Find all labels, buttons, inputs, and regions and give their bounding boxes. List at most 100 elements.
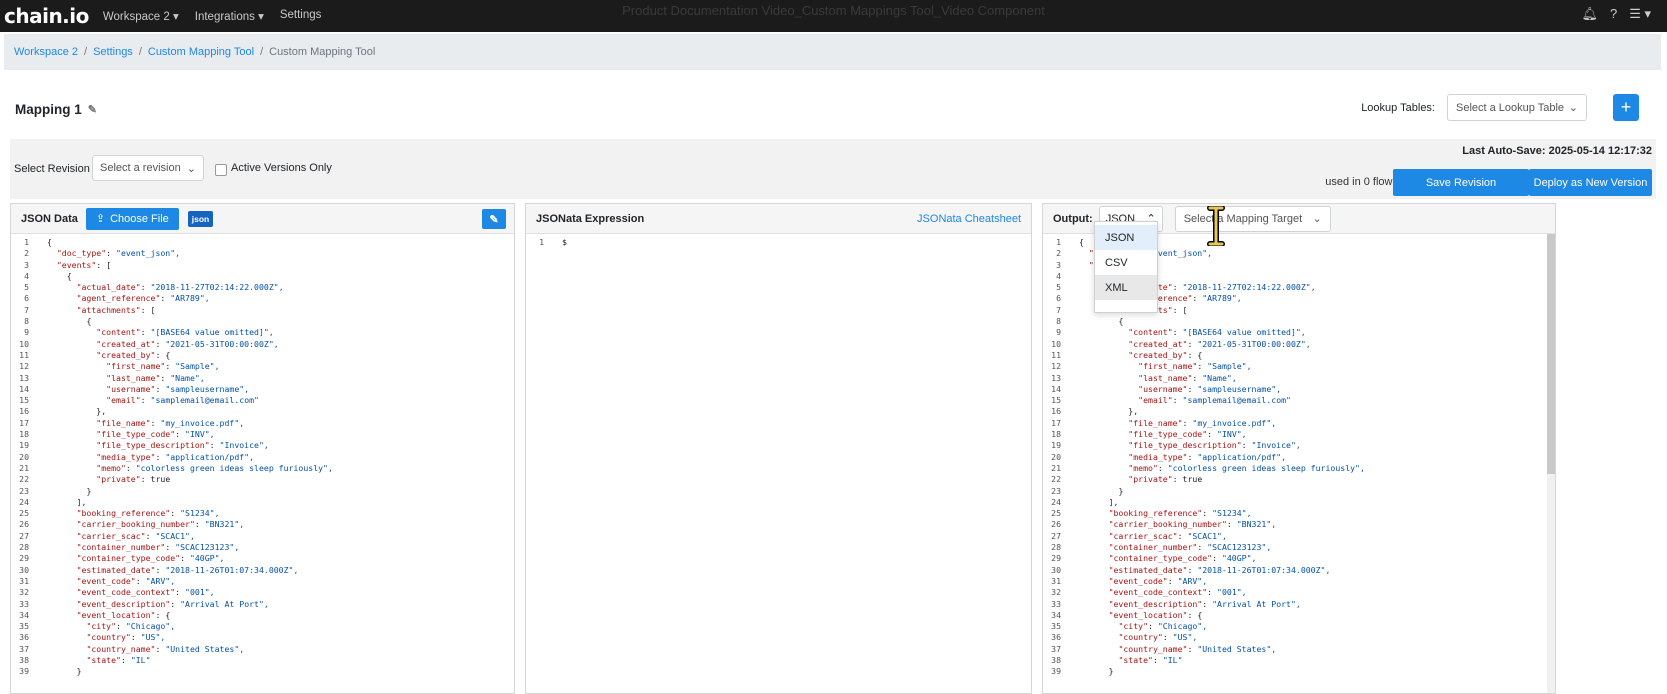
line-number: 21 (19, 462, 29, 473)
line-number: 33 (19, 598, 29, 609)
code-line: 12 "first_name": "Sample", (1043, 361, 1555, 372)
page-title: Mapping 1 ✎ (15, 102, 97, 117)
line-number: 13 (1051, 372, 1061, 383)
line-number: 10 (19, 338, 29, 349)
json-data-pane: JSON Data ⇪ Choose File json ✎ 1{2 "doc_… (10, 203, 515, 694)
line-number: 28 (1051, 542, 1061, 553)
line-number: 25 (19, 508, 29, 519)
add-lookup-button[interactable]: + (1613, 94, 1639, 121)
code-line: 4 { (11, 271, 514, 282)
code-line: 31 "event_code": "ARV", (11, 576, 514, 587)
code-line: 13 "last_name": "Name", (1043, 373, 1555, 384)
code-line: 1{ (11, 237, 514, 248)
line-number: 30 (1051, 564, 1061, 575)
line-number: 27 (1051, 530, 1061, 541)
code-line: 19 "file_type_description": "Invoice", (1043, 440, 1555, 451)
code-line: 36 "country": "US", (11, 632, 514, 643)
line-number: 13 (19, 372, 29, 383)
pencil-icon[interactable]: ✎ (88, 103, 97, 116)
line-number: 4 (24, 270, 29, 281)
expression-editor[interactable]: 1 $ (526, 234, 1031, 248)
mapping-target-select[interactable]: Select a Mapping Target ⌄ (1174, 205, 1331, 232)
help-icon[interactable]: ? (1610, 6, 1617, 22)
code-line: 13 "last_name": "Name", (11, 373, 514, 384)
line-number: 32 (1051, 587, 1061, 598)
expression-title: JSONata Expression (536, 212, 645, 225)
line-number: 16 (1051, 406, 1061, 417)
cheatsheet-link[interactable]: JSONata Cheatsheet (917, 213, 1021, 225)
nav-workspace[interactable]: Workspace 2 ▾ (103, 9, 179, 23)
code-line: 38 "state": "IL" (11, 655, 514, 666)
code-line: 3 "events": [ (11, 260, 514, 271)
code-line: 37 "country_name": "United States", (11, 644, 514, 655)
lookup-select[interactable]: Select a Lookup Table ⌄ (1447, 94, 1587, 121)
code-line: 23 } (1043, 486, 1555, 497)
nav-integrations[interactable]: Integrations ▾ (195, 9, 264, 23)
expression-header: JSONata Expression JSONata Cheatsheet (526, 204, 1031, 234)
code-line: 25 "booking_reference": "S1234", (1043, 508, 1555, 519)
lookup-tables: Lookup Tables: Select a Lookup Table ⌄ + (1361, 94, 1639, 121)
deploy-button[interactable]: Deploy as New Version (1529, 169, 1652, 196)
breadcrumb-workspace[interactable]: Workspace 2 (14, 46, 78, 58)
code-line: 38 "state": "IL" (1043, 655, 1555, 666)
line-number: 26 (1051, 519, 1061, 530)
code-line: 28 "container_number": "SCAC123123", (1043, 542, 1555, 553)
revision-label: Select Revision (14, 163, 90, 175)
nav-settings[interactable]: Settings (280, 9, 322, 23)
code-line: 33 "event_description": "Arrival At Port… (1043, 599, 1555, 610)
code-line: 29 "container_type_code": "40GP", (11, 553, 514, 564)
line-number: 17 (1051, 417, 1061, 428)
active-versions-checkbox[interactable] (215, 164, 227, 176)
code-line: 23 } (11, 486, 514, 497)
line-number: 37 (19, 643, 29, 654)
code-line: 15 "email": "samplemail@email.com" (1043, 395, 1555, 406)
line-number: 7 (24, 304, 29, 315)
code-line: 34 "event_location": { (1043, 610, 1555, 621)
code-line: 20 "media_type": "application/pdf", (1043, 452, 1555, 463)
choose-file-button[interactable]: ⇪ Choose File (85, 207, 179, 230)
code-line: 28 "container_number": "SCAC123123", (11, 542, 514, 553)
line-number: 28 (19, 542, 29, 553)
line-number: 23 (1051, 485, 1061, 496)
option-csv[interactable]: CSV (1095, 250, 1157, 275)
lookup-label: Lookup Tables: (1361, 101, 1435, 114)
breadcrumb-custom-mapping-tool[interactable]: Custom Mapping Tool (148, 46, 254, 58)
code-line: 26 "carrier_booking_number": "BN321", (1043, 519, 1555, 530)
code-line: 39 } (1043, 666, 1555, 677)
code-line: 18 "file_type_code": "INV", (11, 429, 514, 440)
line-number: 18 (19, 429, 29, 440)
line-number: 10 (1051, 338, 1061, 349)
line-number: 26 (19, 519, 29, 530)
line-number: 15 (1051, 395, 1061, 406)
line-number: 17 (19, 417, 29, 428)
menu-icon[interactable]: ☰ ▾ (1629, 6, 1651, 22)
json-badge: json (187, 210, 214, 227)
code-line: 22 "private": true (1043, 474, 1555, 485)
code-line: 2 "doc_type": "event_json", (11, 248, 514, 259)
revision-select[interactable]: Select a revision ⌄ (92, 155, 204, 181)
json-editor[interactable]: 1{2 "doc_type": "event_json", 3 "events":… (11, 234, 514, 678)
output-scroll-thumb[interactable] (1547, 234, 1555, 474)
bell-icon[interactable]: 🔔︎ (1581, 6, 1598, 22)
active-versions-label: Active Versions Only (231, 162, 332, 174)
line-number: 34 (19, 609, 29, 620)
chevron-down-icon: ⌄ (1568, 102, 1578, 114)
code-line: 15 "email": "samplemail@email.com" (11, 395, 514, 406)
option-json[interactable]: JSON (1095, 225, 1157, 250)
upload-icon: ⇪ (95, 213, 106, 225)
line-number: 3 (24, 259, 29, 270)
line-number: 35 (19, 621, 29, 632)
option-xml[interactable]: XML (1095, 275, 1157, 300)
app-logo[interactable]: chain.io (4, 4, 89, 28)
code-line: 26 "carrier_booking_number": "BN321", (11, 519, 514, 530)
breadcrumb-settings[interactable]: Settings (93, 46, 133, 58)
line-number: 11 (19, 349, 29, 360)
line-number: 24 (19, 496, 29, 507)
save-revision-button[interactable]: Save Revision (1393, 169, 1529, 196)
line-number: 39 (1051, 666, 1061, 677)
line-number: 16 (19, 406, 29, 417)
code-line: 30 "estimated_date": "2018-11-26T01:07:3… (1043, 565, 1555, 576)
code-line: 5 "actual_date": "2018-11-27T02:14:22.00… (11, 282, 514, 293)
magic-wand-icon[interactable]: ✎ (482, 209, 506, 229)
line-number: 24 (1051, 496, 1061, 507)
